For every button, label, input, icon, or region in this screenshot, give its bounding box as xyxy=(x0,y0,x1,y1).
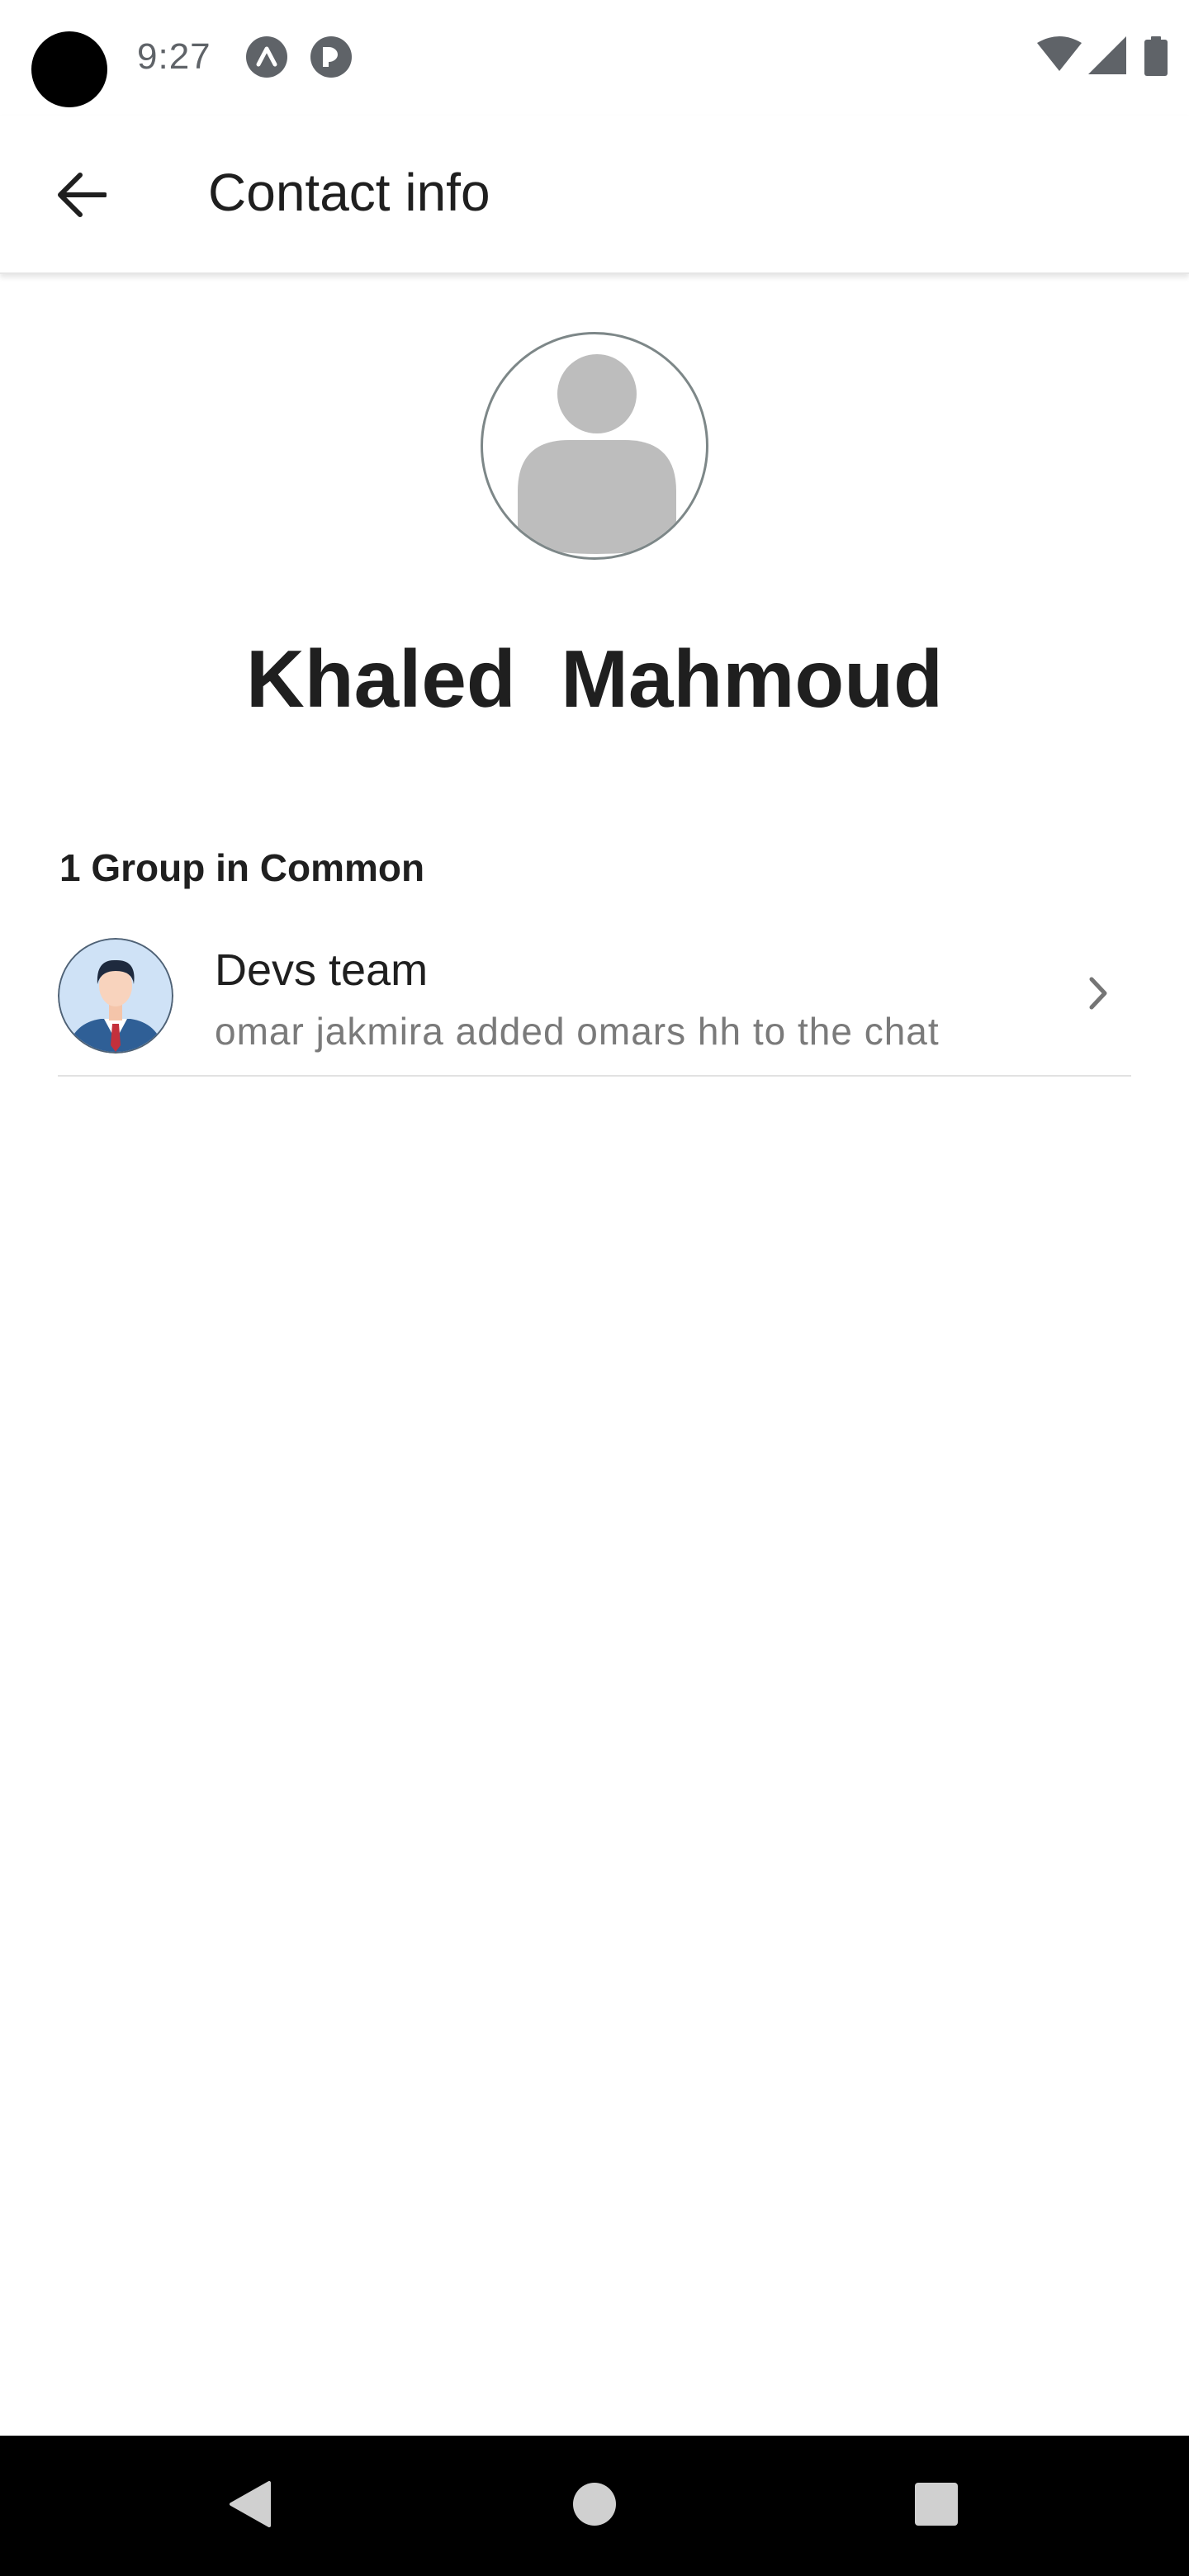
groups-in-common-header: 1 Group in Common xyxy=(59,846,425,889)
battery-icon xyxy=(1144,36,1168,80)
group-avatar xyxy=(58,938,173,1054)
contact-name: Khaled Mahmoud xyxy=(246,633,943,724)
navigation-bar xyxy=(0,2436,1189,2576)
app-bar: Contact info xyxy=(0,116,1189,274)
nav-back-icon xyxy=(226,2479,272,2533)
group-name: Devs team xyxy=(215,945,429,995)
nav-home-icon xyxy=(571,2481,618,2531)
arrow-back-icon xyxy=(55,172,107,222)
notification-p-icon xyxy=(310,36,352,78)
camera-cutout xyxy=(31,31,107,107)
group-row[interactable]: Devs team omar jakmira added omars hh to… xyxy=(58,930,1131,1077)
nav-recents-icon xyxy=(913,2481,959,2531)
chevron-right-icon xyxy=(1085,974,1111,1016)
cell-signal-icon xyxy=(1088,36,1126,78)
group-last-message: omar jakmira added omars hh to the chat xyxy=(215,1010,940,1053)
nav-back-button[interactable] xyxy=(192,2436,307,2576)
status-bar: 9:27 xyxy=(0,0,1189,116)
nav-home-button[interactable] xyxy=(537,2436,652,2576)
businessman-avatar-icon xyxy=(58,938,173,1054)
back-button[interactable] xyxy=(40,155,122,238)
contact-info-screen: 9:27 Contact info Khaled Mahmoud 1 Group… xyxy=(0,0,1189,2576)
page-title: Contact info xyxy=(208,163,490,222)
notification-a-icon xyxy=(246,36,287,78)
profile-avatar[interactable] xyxy=(481,332,708,560)
nav-recents-button[interactable] xyxy=(879,2436,994,2576)
status-time: 9:27 xyxy=(137,36,211,77)
wifi-icon xyxy=(1037,36,1082,77)
